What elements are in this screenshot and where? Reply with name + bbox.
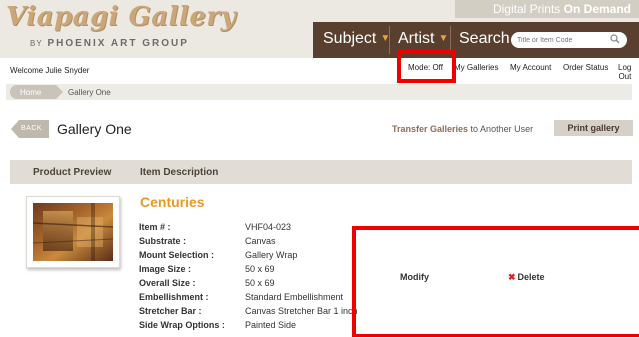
nav-artist-label: Artist <box>398 30 435 47</box>
site-header: Viapagi Gallery BY PHOENIX ART GROUP Dig… <box>0 0 639 58</box>
account-bar: Welcome Julie Snyder Mode: Off My Galler… <box>0 58 639 82</box>
site-logo[interactable]: Viapagi Gallery <box>6 2 236 32</box>
breadcrumb-current: Gallery One <box>68 88 111 97</box>
spec-label: Item # : <box>139 222 171 232</box>
logo-sub-text: PHOENIX ART GROUP <box>47 38 189 49</box>
page-title: Gallery One <box>57 121 132 137</box>
spec-value: VHF04-023 <box>245 222 292 232</box>
tagline-light: Digital Prints <box>492 2 561 16</box>
spec-label: Substrate : <box>139 236 187 246</box>
modify-link[interactable]: Modify <box>400 272 429 282</box>
spec-value: 50 x 69 <box>245 278 275 288</box>
col-item-description: Item Description <box>140 167 219 178</box>
my-galleries-link[interactable]: My Galleries <box>454 63 498 72</box>
col-product-preview: Product Preview <box>33 167 112 178</box>
nav-divider <box>389 26 390 54</box>
spec-value: 50 x 69 <box>245 264 275 274</box>
tagline: Digital Prints On Demand <box>493 2 631 16</box>
actions-highlight-box <box>352 226 639 337</box>
log-out-line2: Out <box>618 72 632 81</box>
spec-label: Overall Size : <box>139 278 196 288</box>
nav-subject-label: Subject <box>323 30 377 47</box>
breadcrumb: Home Gallery One <box>6 84 632 100</box>
spec-label: Side Wrap Options : <box>139 320 225 330</box>
magnifier-icon[interactable] <box>610 34 620 44</box>
product-title[interactable]: Centuries <box>140 194 205 210</box>
x-icon: ✖ <box>508 272 516 282</box>
artwork-image <box>33 203 113 261</box>
delete-label: Delete <box>517 272 545 282</box>
main-nav: Subject ▼ Artist ▼ Search <box>313 22 639 58</box>
breadcrumb-arrow-icon <box>56 85 63 99</box>
spec-value: Canvas Stretcher Bar 1 inch <box>245 306 358 316</box>
spec-value: Canvas <box>245 236 276 246</box>
tagline-bold: On Demand <box>563 2 631 16</box>
back-label: BACK <box>21 125 43 132</box>
spec-label: Mount Selection : <box>139 250 214 260</box>
product-thumbnail[interactable] <box>26 196 120 268</box>
my-account-link[interactable]: My Account <box>510 63 551 72</box>
nav-subject[interactable]: Subject ▼ <box>323 30 390 48</box>
spec-label: Image Size : <box>139 264 192 274</box>
transfer-bold: Transfer Galleries <box>392 124 469 134</box>
table-header: Product Preview Item Description <box>10 160 632 184</box>
log-out-link[interactable]: Log Out <box>618 63 631 81</box>
transfer-galleries-link[interactable]: Transfer Galleries to Another User <box>392 124 533 134</box>
search-input[interactable] <box>517 34 601 46</box>
back-button[interactable]: BACK <box>11 120 49 138</box>
spec-value: Gallery Wrap <box>245 250 298 260</box>
search-box <box>511 32 627 48</box>
spec-value: Painted Side <box>245 320 297 330</box>
transfer-rest: to Another User <box>468 124 534 134</box>
breadcrumb-home[interactable]: Home <box>10 85 56 99</box>
delete-link[interactable]: ✖ Delete <box>508 272 545 283</box>
nav-search-label: Search <box>459 30 510 47</box>
log-out-line1: Log <box>618 63 632 72</box>
logo-subtitle: BY PHOENIX ART GROUP <box>30 38 189 49</box>
print-gallery-button[interactable]: Print gallery <box>554 120 633 136</box>
logo-sub-prefix: BY <box>30 39 43 48</box>
order-status-link[interactable]: Order Status <box>563 63 608 72</box>
welcome-text: Welcome Julie Snyder <box>10 66 90 75</box>
nav-artist[interactable]: Artist ▼ <box>398 30 448 48</box>
spec-label: Stretcher Bar : <box>139 306 202 316</box>
caret-down-icon: ▼ <box>438 33 449 45</box>
spec-value: Standard Embellishment <box>245 292 344 302</box>
mode-highlight-box <box>397 50 456 83</box>
spec-label: Embellishment : <box>139 292 209 302</box>
